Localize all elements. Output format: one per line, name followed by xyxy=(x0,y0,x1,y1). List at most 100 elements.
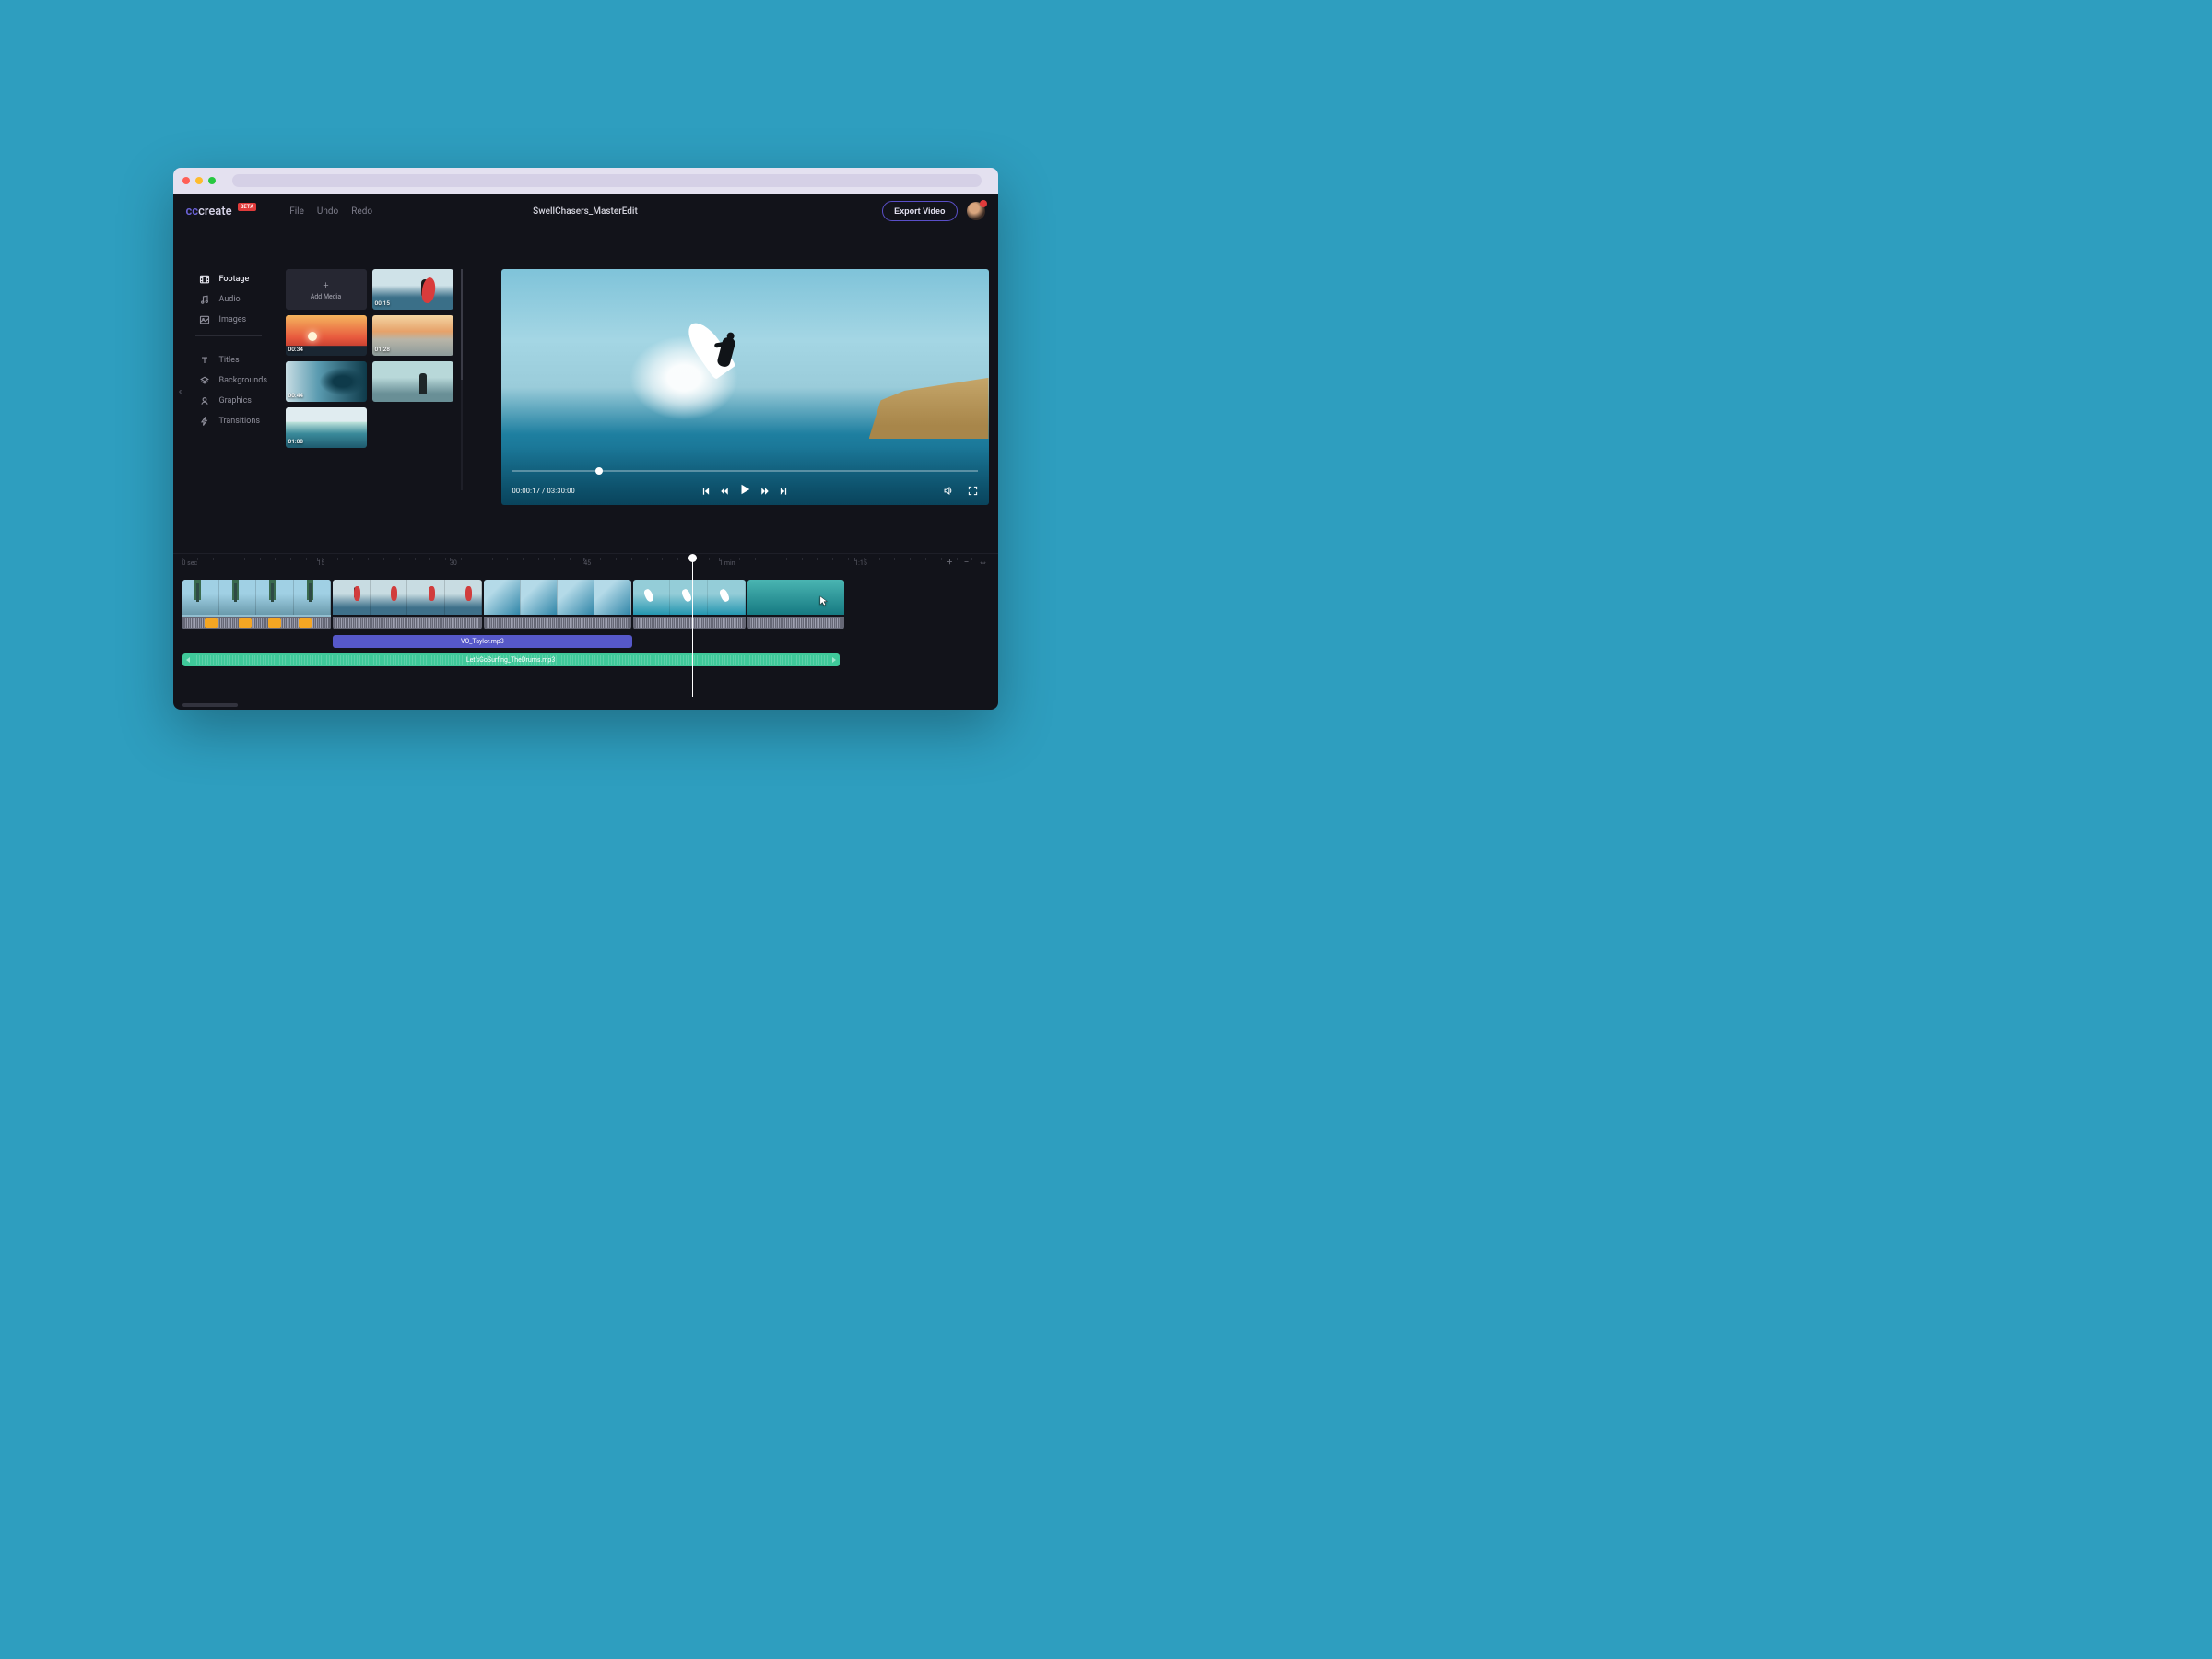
topbar: cccreate BETA File Undo Redo SwellChaser… xyxy=(173,194,998,229)
tracks: VO_Taylor.mp3 Let'sGoSurfing_TheDrums.mp… xyxy=(182,580,989,666)
media-panel: + Add Media 00:15 00:34 01:28 00:44 01:0… xyxy=(286,229,461,553)
notification-badge-icon xyxy=(980,200,987,207)
clip-duration: 00:15 xyxy=(375,300,391,307)
ruler-tick: 1 min xyxy=(719,559,735,567)
browser-chrome xyxy=(173,168,998,194)
video-track[interactable] xyxy=(182,580,989,629)
music-icon xyxy=(199,294,210,305)
media-clip[interactable] xyxy=(372,361,453,402)
sidebar-item-label: Audio xyxy=(219,295,241,304)
preview-scrubber[interactable] xyxy=(512,470,978,472)
film-icon xyxy=(199,274,210,285)
ruler-tick: 30 xyxy=(450,559,457,567)
menu-file[interactable]: File xyxy=(289,206,304,217)
timeline: + − ⇔ 0 sec1530451 min1:15 VO_Taylor.mp3… xyxy=(173,553,998,710)
clip-duration: 00:34 xyxy=(288,346,304,353)
preview-scrub-handle[interactable] xyxy=(595,467,603,475)
project-title: SwellChasers_MasterEdit xyxy=(533,206,638,217)
sidebar-item-transitions[interactable]: Transitions xyxy=(199,411,286,431)
logo[interactable]: cccreate BETA xyxy=(186,205,257,218)
horizontal-scrollbar[interactable] xyxy=(182,703,238,707)
menu-undo[interactable]: Undo xyxy=(317,206,338,217)
zoom-in-icon[interactable]: + xyxy=(945,558,956,568)
bolt-icon xyxy=(199,416,210,427)
sidebar-item-graphics[interactable]: Graphics xyxy=(199,391,286,411)
sidebar-item-label: Titles xyxy=(219,356,240,365)
clip-duration: 00:44 xyxy=(288,392,304,399)
ruler-tick: 45 xyxy=(583,559,591,567)
logo-prefix: cc xyxy=(186,205,199,218)
sidebar-divider xyxy=(195,335,262,345)
preview-timecode: 00:00:17 / 03:30:00 xyxy=(512,487,575,495)
sidebar-item-label: Transitions xyxy=(219,417,261,426)
layers-icon xyxy=(199,375,210,386)
media-clip[interactable]: 00:44 xyxy=(286,361,367,402)
play-icon[interactable] xyxy=(738,482,751,500)
clip-audio-waveform xyxy=(333,617,482,629)
graphics-icon xyxy=(199,395,210,406)
plus-icon: + xyxy=(323,279,328,291)
menu-bar: File Undo Redo xyxy=(289,206,372,217)
clip-audio-waveform xyxy=(484,617,630,629)
clip-label: VO_Taylor.mp3 xyxy=(461,638,504,645)
url-bar[interactable] xyxy=(232,174,982,187)
clip-audio-waveform xyxy=(182,617,332,629)
add-media-button[interactable]: + Add Media xyxy=(286,269,367,310)
media-clip[interactable]: 01:28 xyxy=(372,315,453,356)
scrollbar[interactable] xyxy=(461,269,463,490)
sidebar: ‹‹ Footage Audio Images Titles xyxy=(173,229,286,553)
ruler-tick: 0 sec xyxy=(182,559,198,567)
sidebar-item-titles[interactable]: Titles xyxy=(199,350,286,371)
clip-audio-waveform xyxy=(633,617,747,629)
skip-end-icon[interactable] xyxy=(779,482,788,500)
timeline-clip[interactable] xyxy=(333,580,482,629)
menu-redo[interactable]: Redo xyxy=(351,206,372,217)
browser-window: cccreate BETA File Undo Redo SwellChaser… xyxy=(173,168,998,710)
timeline-clip[interactable] xyxy=(182,580,332,629)
sidebar-item-label: Backgrounds xyxy=(219,376,268,385)
music-clip[interactable]: Let'sGoSurfing_TheDrums.mp3 xyxy=(182,653,840,666)
cursor-icon xyxy=(819,593,829,604)
preview-controls: 00:00:17 / 03:30:00 xyxy=(501,476,989,505)
app-root: cccreate BETA File Undo Redo SwellChaser… xyxy=(173,194,998,710)
clip-duration: 01:28 xyxy=(375,346,391,353)
media-clip[interactable]: 01:08 xyxy=(286,407,367,448)
zoom-out-icon[interactable]: − xyxy=(961,558,972,568)
media-clip[interactable]: 00:34 xyxy=(286,315,367,356)
preview-viewport[interactable]: 00:00:17 / 03:30:00 xyxy=(501,269,989,505)
sidebar-item-audio[interactable]: Audio xyxy=(199,289,286,310)
sidebar-item-label: Graphics xyxy=(219,396,252,406)
timeline-clip[interactable] xyxy=(747,580,844,629)
skip-start-icon[interactable] xyxy=(701,482,711,500)
forward-icon[interactable] xyxy=(760,482,770,500)
sidebar-item-images[interactable]: Images xyxy=(199,310,286,330)
window-minimize-icon[interactable] xyxy=(195,177,203,184)
preview-panel: 00:00:17 / 03:30:00 xyxy=(461,229,998,553)
collapse-sidebar-icon[interactable]: ‹‹ xyxy=(179,387,181,397)
image-icon xyxy=(199,314,210,325)
clip-label: Let'sGoSurfing_TheDrums.mp3 xyxy=(466,656,556,664)
avatar[interactable] xyxy=(967,202,985,220)
fullscreen-icon[interactable] xyxy=(968,482,978,500)
window-close-icon[interactable] xyxy=(182,177,190,184)
timeline-clip[interactable] xyxy=(484,580,630,629)
voiceover-clip[interactable]: VO_Taylor.mp3 xyxy=(333,635,632,648)
window-maximize-icon[interactable] xyxy=(208,177,216,184)
sidebar-item-backgrounds[interactable]: Backgrounds xyxy=(199,371,286,391)
sidebar-item-footage[interactable]: Footage xyxy=(199,269,286,289)
preview-scene-surfer xyxy=(687,312,742,394)
ruler-tick: 1:15 xyxy=(854,559,867,567)
timeline-ruler[interactable]: + − ⇔ 0 sec1530451 min1:15 xyxy=(182,559,989,572)
volume-icon[interactable] xyxy=(943,482,953,500)
beta-badge: BETA xyxy=(238,203,257,211)
playhead[interactable] xyxy=(692,558,693,697)
rewind-icon[interactable] xyxy=(720,482,729,500)
timeline-clip[interactable] xyxy=(633,580,747,629)
clip-duration: 01:08 xyxy=(288,438,304,445)
main-area: ‹‹ Footage Audio Images Titles xyxy=(173,229,998,553)
add-media-label: Add Media xyxy=(311,293,341,300)
text-icon xyxy=(199,355,210,366)
export-button[interactable]: Export Video xyxy=(882,201,957,221)
fit-icon[interactable]: ⇔ xyxy=(978,558,989,568)
media-clip[interactable]: 00:15 xyxy=(372,269,453,310)
